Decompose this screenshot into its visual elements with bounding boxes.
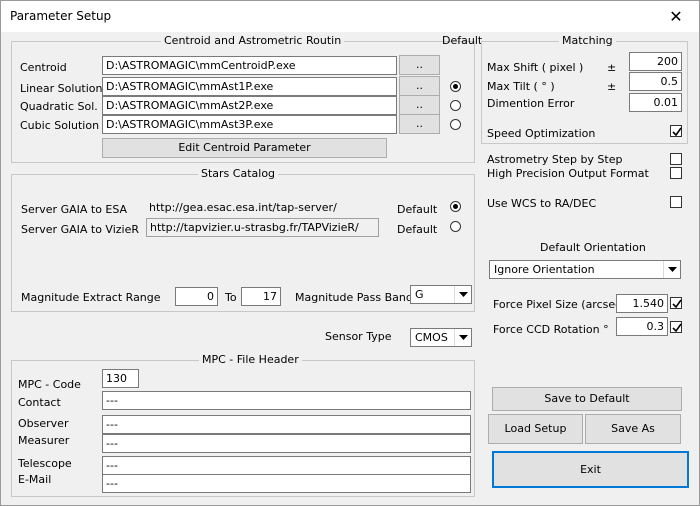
- centroid-browse-button[interactable]: ..: [399, 55, 440, 75]
- centroid-label: Centroid: [20, 61, 67, 74]
- load-setup-button[interactable]: Load Setup: [488, 414, 583, 444]
- exit-button[interactable]: Exit: [492, 451, 689, 488]
- edit-centroid-parameter-button[interactable]: Edit Centroid Parameter: [102, 138, 387, 158]
- quadratic-sol-path-field[interactable]: D:\ASTROMAGIC\mmAst2P.exe: [102, 96, 397, 115]
- telescope-label: Telescope: [18, 457, 72, 470]
- linear-solution-default-radio[interactable]: [450, 81, 461, 92]
- save-as-button[interactable]: Save As: [585, 414, 681, 444]
- high-precision-checkbox[interactable]: [670, 167, 682, 179]
- magnitude-to-field[interactable]: 17: [241, 287, 281, 306]
- orientation-select[interactable]: Ignore Orientation: [489, 260, 681, 279]
- server-esa-radio[interactable]: [450, 201, 461, 212]
- max-tilt-label: Max Tilt ( ° ): [487, 80, 555, 93]
- measurer-field[interactable]: ---: [102, 434, 471, 453]
- cubic-solution-path-field[interactable]: D:\ASTROMAGIC\mmAst3P.exe: [102, 115, 397, 134]
- high-precision-label: High Precision Output Format: [487, 167, 649, 180]
- cubic-solution-browse-button[interactable]: ..: [399, 114, 440, 134]
- parameter-setup-window: Parameter Setup ✕ Centroid and Astrometr…: [0, 0, 700, 506]
- email-field[interactable]: ---: [102, 474, 471, 493]
- stars-catalog-frame-title: Stars Catalog: [198, 167, 279, 180]
- pass-band-select[interactable]: G: [410, 285, 472, 304]
- contact-label: Contact: [18, 396, 61, 409]
- astrometry-step-checkbox[interactable]: [670, 153, 682, 165]
- observer-label: Observer: [18, 417, 69, 430]
- quadratic-sol-browse-button[interactable]: ..: [399, 95, 440, 115]
- cubic-solution-default-radio[interactable]: [450, 119, 461, 130]
- pass-band-label: Magnitude Pass Band: [295, 291, 413, 304]
- ccd-rotation-label: Force CCD Rotation °: [493, 323, 609, 336]
- default-orientation-title: Default Orientation: [540, 241, 646, 254]
- magnitude-range-label: Magnitude Extract Range: [21, 291, 161, 304]
- orientation-value: Ignore Orientation: [494, 263, 595, 276]
- server-vizier-radio[interactable]: [450, 221, 461, 232]
- max-shift-field[interactable]: 200: [629, 52, 682, 71]
- use-wcs-checkbox[interactable]: [670, 196, 682, 208]
- chevron-down-icon[interactable]: [454, 286, 471, 303]
- max-shift-plus-minus: ±: [607, 61, 617, 74]
- linear-solution-path-field[interactable]: D:\ASTROMAGIC\mmAst1P.exe: [102, 77, 397, 96]
- email-label: E-Mail: [18, 473, 52, 486]
- sensor-type-select[interactable]: CMOS: [410, 328, 472, 347]
- centroid-path-field[interactable]: D:\ASTROMAGIC\mmCentroidP.exe: [102, 56, 397, 75]
- speed-optimization-checkbox[interactable]: [670, 125, 682, 137]
- magnitude-to-label: To: [225, 291, 237, 304]
- linear-solution-browse-button[interactable]: ..: [399, 76, 440, 96]
- mpc-frame-title: MPC - File Header: [199, 353, 302, 366]
- server-esa-default-label: Default: [397, 203, 438, 216]
- window-title: Parameter Setup: [10, 9, 112, 23]
- dimention-error-field[interactable]: 0.01: [629, 93, 682, 112]
- server-vizier-default-label: Default: [397, 223, 438, 236]
- dimention-error-label: Dimention Error: [487, 97, 575, 110]
- telescope-field[interactable]: ---: [102, 456, 471, 475]
- quadratic-sol-label: Quadratic Sol.: [20, 100, 98, 113]
- ccd-rotation-field[interactable]: 0.3: [616, 317, 668, 336]
- chevron-down-icon[interactable]: [663, 261, 680, 278]
- pixel-size-field[interactable]: 1.540: [616, 294, 668, 313]
- speed-optimization-label: Speed Optimization: [487, 127, 596, 140]
- sensor-type-value: CMOS: [415, 331, 448, 344]
- contact-field[interactable]: ---: [102, 391, 471, 410]
- checkmark-icon: [672, 323, 682, 333]
- cubic-solution-label: Cubic Solution: [20, 119, 100, 132]
- centroid-default-label: Default: [442, 34, 483, 47]
- measurer-label: Measurer: [18, 434, 70, 447]
- close-icon[interactable]: ✕: [653, 1, 699, 32]
- linear-solution-label: Linear Solution: [20, 82, 103, 95]
- magnitude-from-field[interactable]: 0: [175, 287, 218, 306]
- server-vizier-label: Server GAIA to VizieR: [21, 223, 140, 236]
- ccd-rotation-checkbox[interactable]: [670, 321, 682, 333]
- pass-band-value: G: [415, 288, 424, 301]
- observer-field[interactable]: ---: [102, 415, 471, 434]
- save-to-default-button[interactable]: Save to Default: [492, 387, 682, 411]
- server-esa-url: http://gea.esac.esa.int/tap-server/: [149, 201, 337, 214]
- max-tilt-plus-minus: ±: [607, 80, 617, 93]
- use-wcs-label: Use WCS to RA/DEC: [487, 197, 597, 210]
- server-esa-label: Server GAIA to ESA: [21, 203, 128, 216]
- chevron-down-icon[interactable]: [454, 329, 471, 346]
- centroid-frame-title: Centroid and Astrometric Routin: [161, 34, 345, 47]
- max-shift-label: Max Shift ( pixel ): [487, 61, 584, 74]
- matching-frame-title: Matching: [559, 34, 616, 47]
- server-vizier-url-field[interactable]: http://tapvizier.u-strasbg.fr/TAPVizieR/: [146, 218, 379, 237]
- mpc-code-label: MPC - Code: [18, 378, 81, 391]
- checkmark-icon: [672, 127, 682, 137]
- mpc-code-field[interactable]: 130: [102, 369, 139, 388]
- title-bar: Parameter Setup ✕: [1, 1, 699, 32]
- pixel-size-label: Force Pixel Size (arcsec): [493, 298, 626, 311]
- astrometry-step-label: Astrometry Step by Step: [487, 153, 623, 166]
- pixel-size-checkbox[interactable]: [670, 297, 682, 309]
- max-tilt-field[interactable]: 0.5: [629, 72, 682, 91]
- checkmark-icon: [672, 299, 682, 309]
- sensor-type-label: Sensor Type: [325, 330, 392, 343]
- quadratic-sol-default-radio[interactable]: [450, 100, 461, 111]
